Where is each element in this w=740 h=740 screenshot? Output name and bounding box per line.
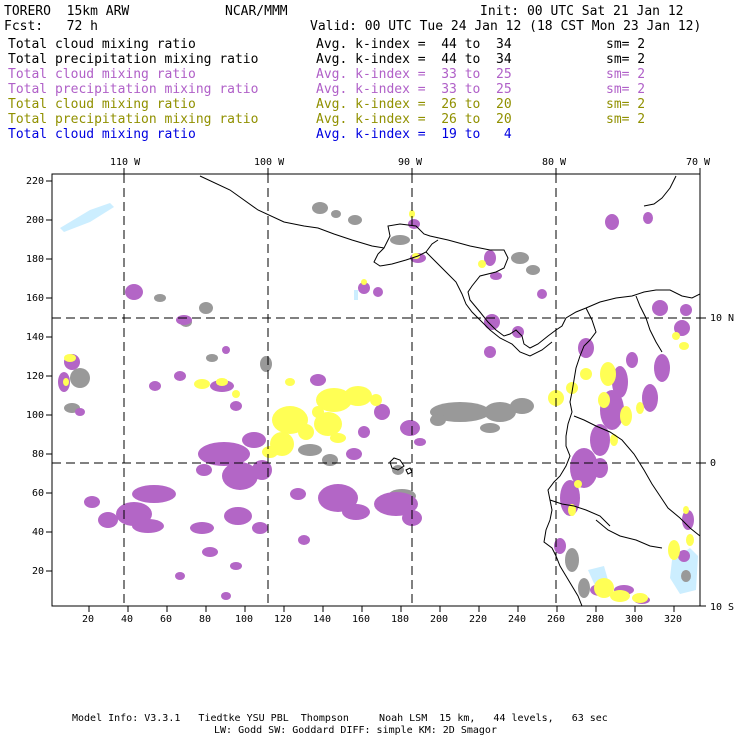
map-frame [51, 173, 701, 607]
purple-cloud-field [58, 212, 694, 604]
graticule [52, 174, 700, 606]
tick-marks [46, 168, 706, 612]
model-info: Model Info: V3.3.1 Tiedtke YSU PBL Thomp… [72, 713, 608, 724]
physics-info: LW: Godd SW: Goddard DIFF: simple KM: 2D… [214, 725, 497, 736]
map-plot [46, 168, 706, 612]
